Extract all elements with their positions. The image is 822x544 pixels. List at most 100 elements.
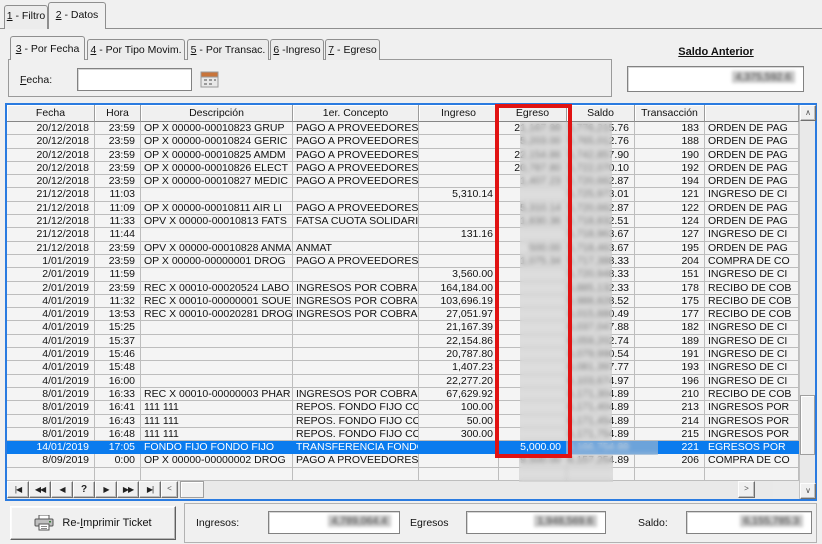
column-header-fecha[interactable]: Fecha: [7, 105, 95, 122]
cell-tipo[interactable]: ORDEN DE PAG: [705, 175, 799, 188]
egresos-field[interactable]: 1,948,569.6: [466, 511, 606, 534]
cell-hora[interactable]: 23:59: [95, 242, 141, 255]
cell-concepto[interactable]: PAGO A PROVEEDORES: [293, 454, 419, 467]
cell-concepto[interactable]: [293, 375, 419, 388]
cell-ingreso[interactable]: 50.00: [419, 415, 499, 428]
cell-fecha[interactable]: 21/12/2018: [7, 242, 95, 255]
cell-ingreso[interactable]: [419, 242, 499, 255]
cell-fecha[interactable]: 20/12/2018: [7, 122, 95, 135]
cell-hora[interactable]: 11:33: [95, 215, 141, 228]
cell-fecha[interactable]: 1/01/2019: [7, 255, 95, 268]
cell-transaccion[interactable]: 151: [635, 268, 705, 281]
table-row[interactable]: 4/01/201916:0022,277.206,103,674.97196IN…: [7, 375, 799, 388]
cell-ingreso[interactable]: 300.00: [419, 428, 499, 441]
cell-tipo[interactable]: INGRESO DE CI: [705, 228, 799, 241]
cell-hora[interactable]: 15:25: [95, 321, 141, 334]
fecha-input[interactable]: [77, 68, 192, 91]
table-row[interactable]: 21/12/201811:035,310.145,725,973.01121IN…: [7, 188, 799, 201]
cell-concepto[interactable]: INGRESOS POR COBRANZAS: [293, 295, 419, 308]
cell-transaccion[interactable]: 210: [635, 388, 705, 401]
cell-descripcion[interactable]: OP X 00000-00010825 AMDM: [141, 149, 293, 162]
cell-fecha[interactable]: 2/01/2019: [7, 282, 95, 295]
cell-hora[interactable]: 15:46: [95, 348, 141, 361]
column-header-hora[interactable]: Hora: [95, 105, 141, 122]
cell-descripcion[interactable]: REC X 00010-00020281 DROG: [141, 308, 293, 321]
column-header-saldo[interactable]: Saldo: [567, 105, 635, 122]
cell-tipo[interactable]: INGRESOS POR: [705, 415, 799, 428]
cell-tipo[interactable]: INGRESO DE CI: [705, 375, 799, 388]
cell-tipo[interactable]: RECIBO DE COB: [705, 282, 799, 295]
cell-fecha[interactable]: [7, 468, 95, 481]
cell-descripcion[interactable]: [141, 375, 293, 388]
cell-transaccion[interactable]: 178: [635, 282, 705, 295]
cell-transaccion[interactable]: 124: [635, 215, 705, 228]
cell-descripcion[interactable]: 111 111: [141, 415, 293, 428]
vertical-scroll-thumb[interactable]: [800, 395, 815, 455]
cell-transaccion[interactable]: 188: [635, 135, 705, 148]
cell-descripcion[interactable]: REC X 00010-00020524 LABO: [141, 282, 293, 295]
tab-ingreso[interactable]: 6 -Ingreso: [270, 39, 324, 60]
cell-transaccion[interactable]: 195: [635, 242, 705, 255]
table-row[interactable]: 4/01/201915:4620,787.806,079,990.54191IN…: [7, 348, 799, 361]
cell-descripcion[interactable]: OP X 00000-00010823 GRUP: [141, 122, 293, 135]
cell-ingreso[interactable]: 103,696.19: [419, 295, 499, 308]
nav-next-page-button[interactable]: ▶▶: [117, 481, 139, 498]
cell-ingreso[interactable]: [419, 441, 499, 454]
table-row[interactable]: 4/01/201915:3722,154.866,059,202.74189IN…: [7, 335, 799, 348]
cell-concepto[interactable]: REPOS. FONDO FIJO COMPRAS: [293, 428, 419, 441]
tab-por-tipo-movim[interactable]: 4 - Por Tipo Movim.: [87, 39, 185, 60]
tab-datos[interactable]: 2 - Datos: [48, 2, 106, 29]
cell-fecha[interactable]: 21/12/2018: [7, 215, 95, 228]
cell-fecha[interactable]: 20/12/2018: [7, 175, 95, 188]
cell-descripcion[interactable]: OP X 00000-00010811 AIR LI: [141, 202, 293, 215]
cell-descripcion[interactable]: OPV X 00000-00010828 ANMA: [141, 242, 293, 255]
cell-fecha[interactable]: 4/01/2019: [7, 295, 95, 308]
cell-fecha[interactable]: 8/09/2019: [7, 454, 95, 467]
cell-concepto[interactable]: ANMAT: [293, 242, 419, 255]
nav-refresh-button[interactable]: ?: [73, 481, 95, 498]
cell-tipo[interactable]: ORDEN DE PAG: [705, 202, 799, 215]
cell-tipo[interactable]: INGRESO DE CI: [705, 321, 799, 334]
cell-transaccion[interactable]: 177: [635, 308, 705, 321]
horizontal-scrollbar[interactable]: < >: [161, 481, 773, 498]
cell-ingreso[interactable]: [419, 149, 499, 162]
cell-fecha[interactable]: 4/01/2019: [7, 321, 95, 334]
vertical-scrollbar[interactable]: ∧ ∨: [799, 105, 815, 499]
cell-transaccion[interactable]: 122: [635, 202, 705, 215]
scroll-down-icon[interactable]: ∨: [800, 483, 816, 499]
cell-descripcion[interactable]: [141, 361, 293, 374]
cell-concepto[interactable]: PAGO A PROVEEDORES: [293, 122, 419, 135]
cell-tipo[interactable]: INGRESO DE CI: [705, 188, 799, 201]
cell-descripcion[interactable]: 111 111: [141, 401, 293, 414]
table-row[interactable]: 20/12/201823:59OP X 00000-00010825 AMDMP…: [7, 149, 799, 162]
cell-fecha[interactable]: 8/01/2019: [7, 428, 95, 441]
cell-transaccion[interactable]: [635, 468, 705, 481]
cell-hora[interactable]: 0:00: [95, 454, 141, 467]
cell-descripcion[interactable]: [141, 335, 293, 348]
cell-fecha[interactable]: 8/01/2019: [7, 415, 95, 428]
cell-tipo[interactable]: INGRESO DE CI: [705, 361, 799, 374]
cell-hora[interactable]: 11:09: [95, 202, 141, 215]
cell-transaccion[interactable]: 175: [635, 295, 705, 308]
cell-concepto[interactable]: REPOS. FONDO FIJO COMPRAS: [293, 415, 419, 428]
cell-descripcion[interactable]: OP X 00000-00010826 ELECT: [141, 162, 293, 175]
cell-descripcion[interactable]: [141, 268, 293, 281]
cell-hora[interactable]: 23:59: [95, 122, 141, 135]
table-row[interactable]: 21/12/201823:59OPV X 00000-00010828 ANMA…: [7, 242, 799, 255]
cell-hora[interactable]: 11:03: [95, 188, 141, 201]
cell-hora[interactable]: 23:59: [95, 282, 141, 295]
cell-fecha[interactable]: 14/01/2019: [7, 441, 95, 454]
column-header-ingreso[interactable]: Ingreso: [419, 105, 499, 122]
cell-concepto[interactable]: PAGO A PROVEEDORES: [293, 202, 419, 215]
cell-concepto[interactable]: INGRESOS POR COBRANZAS: [293, 308, 419, 321]
cell-ingreso[interactable]: 67,629.92: [419, 388, 499, 401]
cell-hora[interactable]: 16:41: [95, 401, 141, 414]
cell-ingreso[interactable]: 22,277.20: [419, 375, 499, 388]
cell-fecha[interactable]: 20/12/2018: [7, 162, 95, 175]
cell-tipo[interactable]: INGRESO DE CI: [705, 335, 799, 348]
tab-filtro[interactable]: 1 - Filtro: [4, 5, 48, 29]
cell-fecha[interactable]: 8/01/2019: [7, 388, 95, 401]
cell-transaccion[interactable]: 206: [635, 454, 705, 467]
column-header-transaccion[interactable]: Transacción: [635, 105, 705, 122]
cell-descripcion[interactable]: [141, 228, 293, 241]
